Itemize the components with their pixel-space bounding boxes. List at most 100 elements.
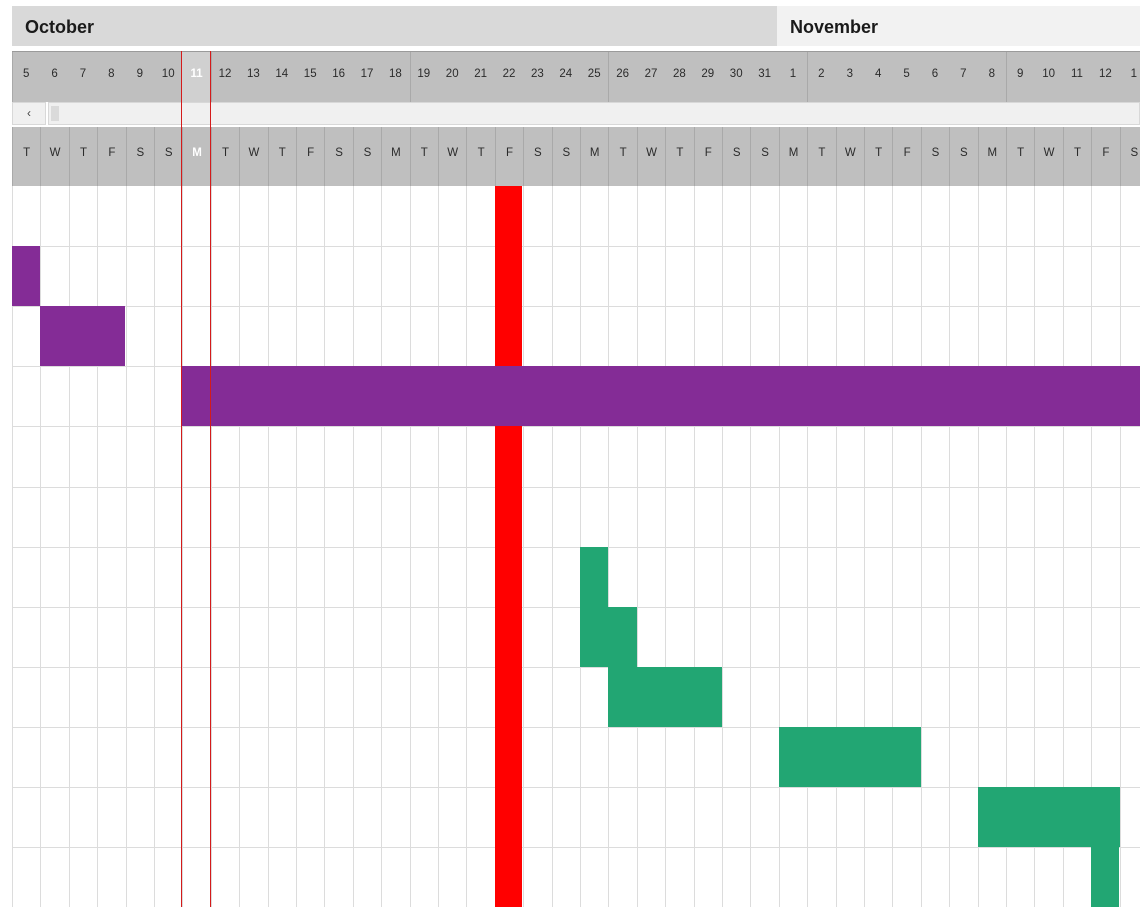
week-separator	[1006, 52, 1007, 103]
day-of-week-38: T	[1062, 127, 1091, 186]
day-number-28: 1	[789, 68, 797, 80]
month-label-october: October	[25, 17, 95, 37]
day-of-week-32: F	[892, 127, 920, 186]
day-of-week-35: M	[977, 127, 1006, 186]
day-number-13: 17	[360, 68, 374, 80]
day-number-24: 28	[672, 68, 686, 80]
day-number-15: 19	[417, 68, 431, 80]
task-bar-1[interactable]	[12, 246, 40, 306]
day-number-29: 2	[818, 68, 825, 80]
day-number-14: 18	[388, 68, 402, 80]
task-bar-2[interactable]	[40, 306, 125, 366]
day-of-week-33: S	[920, 127, 949, 186]
day-number-36: 9	[1016, 68, 1024, 80]
day-number-35: 8	[988, 68, 995, 80]
day-of-week-8: T	[210, 127, 239, 186]
task-bar-8[interactable]	[978, 787, 1120, 847]
day-of-week-40: S	[1119, 127, 1140, 186]
week-separator	[807, 52, 809, 103]
day-number-8: 12	[218, 68, 232, 80]
day-number-21: 25	[587, 68, 601, 80]
day-of-week-24: T	[665, 127, 693, 186]
day-of-week-29: T	[807, 127, 835, 186]
day-of-week-9: W	[239, 127, 267, 186]
day-of-week-2: W	[40, 127, 68, 186]
task-bar-5[interactable]	[580, 607, 637, 667]
day-number-32: 5	[903, 68, 910, 80]
day-number-17: 21	[474, 68, 487, 80]
day-number-16: 20	[445, 68, 459, 80]
today-marker-line-1	[181, 51, 182, 907]
day-number-30: 3	[846, 68, 853, 80]
day-number-trailing: 1	[1130, 68, 1137, 80]
day-of-week-6: S	[154, 127, 182, 186]
scroll-track[interactable]	[48, 102, 1140, 125]
day-of-week-22: T	[608, 127, 636, 186]
day-number-5: 9	[136, 68, 143, 80]
day-of-week-31: T	[864, 127, 892, 186]
day-number-7: 11	[182, 52, 211, 103]
day-number-10: 14	[275, 68, 289, 80]
day-of-week-4: F	[97, 127, 125, 186]
day-number-39: 12	[1098, 68, 1112, 80]
day-number-4: 8	[108, 68, 115, 80]
day-of-week-37: W	[1034, 127, 1062, 186]
month-band-october: October	[12, 6, 777, 46]
day-of-week-30: W	[835, 127, 864, 186]
day-number-31: 4	[874, 68, 882, 80]
day-number-18: 22	[502, 68, 516, 80]
day-of-week-12: S	[324, 127, 352, 186]
task-bar-4[interactable]	[580, 547, 608, 607]
day-of-week-15: T	[409, 127, 438, 186]
day-of-week-26: S	[722, 127, 750, 186]
day-number-12: 16	[332, 68, 345, 80]
day-number-3: 7	[79, 68, 87, 80]
day-of-week-3: T	[68, 127, 97, 186]
day-of-week-20: S	[551, 127, 580, 186]
month-label-november: November	[790, 17, 879, 37]
day-number-11: 15	[303, 68, 317, 80]
week-separator	[12, 52, 13, 103]
day-number-23: 27	[644, 68, 658, 80]
day-of-week-19: S	[523, 127, 551, 186]
day-number-37: 10	[1042, 68, 1055, 80]
today-marker-line-2	[210, 51, 211, 907]
day-of-week-21: M	[580, 127, 608, 186]
day-of-week-28: M	[778, 127, 807, 186]
task-bar-3[interactable]	[182, 366, 1140, 426]
highlight-column[interactable]	[495, 186, 522, 907]
day-of-week-5: S	[125, 127, 154, 186]
day-of-week-27: S	[750, 127, 778, 186]
day-of-week-18: F	[494, 127, 523, 186]
day-of-week-23: W	[636, 127, 665, 186]
day-of-week-10: T	[267, 127, 296, 186]
task-bar-6[interactable]	[608, 667, 722, 727]
day-of-week-16: W	[438, 127, 466, 186]
day-number-19: 23	[530, 68, 544, 80]
day-of-week-36: T	[1006, 127, 1034, 186]
day-number-6: 10	[161, 68, 175, 80]
day-number-27: 31	[758, 68, 771, 80]
month-band-november: November	[777, 6, 1140, 46]
day-number-33: 6	[931, 68, 939, 80]
day-of-week-13: S	[352, 127, 381, 186]
day-number-9: 13	[246, 68, 260, 80]
day-number-2: 6	[51, 68, 58, 80]
task-bar-9[interactable]	[1091, 847, 1119, 907]
day-number-38: 11	[1071, 68, 1083, 80]
day-number-1: 5	[22, 68, 30, 80]
scroll-thumb[interactable]	[51, 106, 59, 121]
scroll-left-button[interactable]: ‹	[12, 102, 46, 125]
day-number-34: 7	[960, 68, 967, 80]
day-of-week-25: F	[693, 127, 722, 186]
day-of-week-34: S	[949, 127, 977, 186]
day-number-26: 30	[729, 68, 743, 80]
gantt-chart: October November 5 6 7 8 9 10 11 12 13 14 15 16 17 18…	[0, 0, 1140, 907]
day-of-week-1: T	[12, 127, 40, 186]
week-separator	[608, 52, 610, 103]
day-of-week-11: F	[296, 127, 324, 186]
day-number-20: 24	[559, 68, 573, 80]
day-number-25: 29	[701, 68, 715, 80]
week-separator	[409, 52, 411, 103]
task-bar-7[interactable]	[779, 727, 921, 787]
